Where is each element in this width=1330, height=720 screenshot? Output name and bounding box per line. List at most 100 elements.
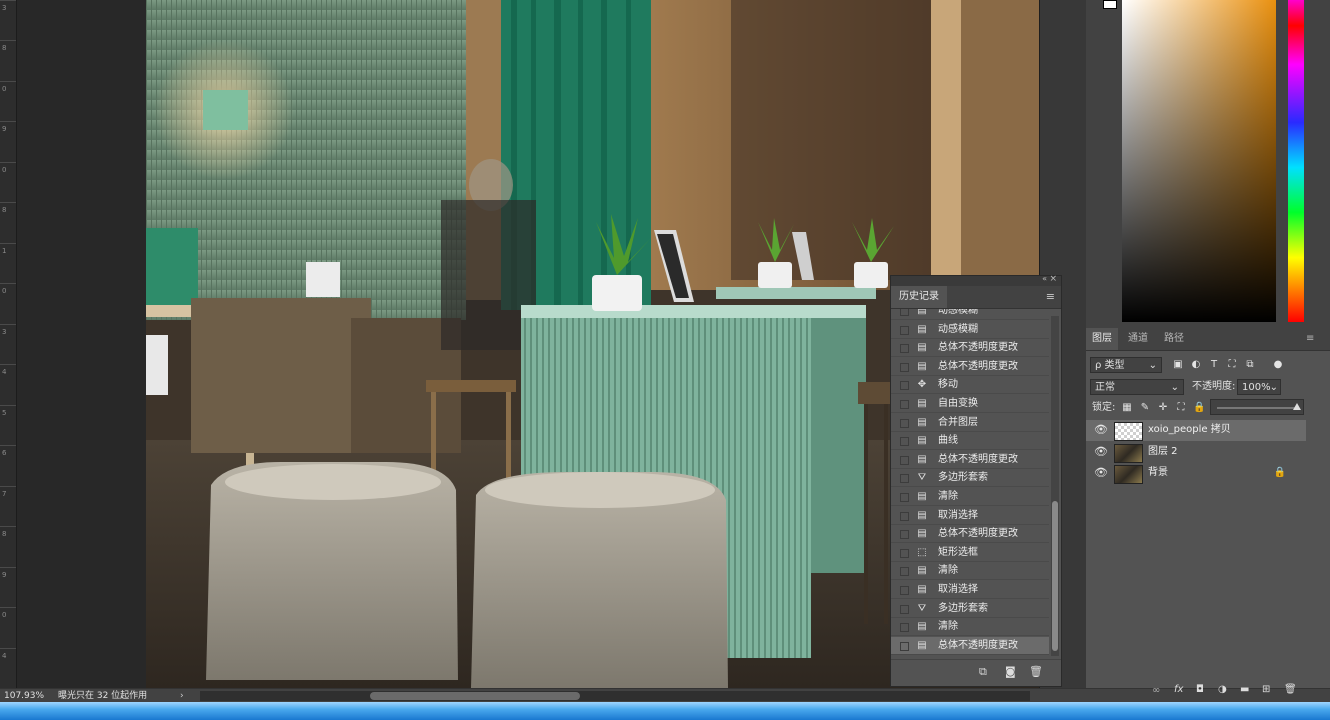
lock-artboard-icon[interactable]: ⛶ [1175,402,1187,414]
visibility-eye-icon[interactable]: 👁 [1094,424,1108,436]
history-item-label: 总体不透明度更改 [938,361,1018,372]
history-scrollbar[interactable] [1051,316,1059,656]
filter-toggle-icon[interactable]: ● [1272,359,1284,371]
history-item[interactable]: ▤ 总体不透明度更改 [891,339,1049,357]
lock-image-pixels-icon[interactable]: ✎ [1139,402,1151,414]
history-brush-source-checkbox[interactable] [900,344,909,353]
history-item[interactable]: ▤ 总体不透明度更改 [891,451,1049,469]
snapshot-camera-icon[interactable]: ◙ [1005,665,1016,678]
layer-row[interactable]: 👁 背景 🔒 [1086,463,1306,484]
color-saturation-field[interactable] [1122,0,1276,322]
history-item[interactable]: ▤ 动感模糊 [891,321,1049,339]
history-item[interactable]: ▤ 总体不透明度更改 [891,525,1049,543]
tab-channels[interactable]: 通道 [1122,328,1154,350]
history-item-label: 合并图层 [938,417,978,428]
lock-transparency-icon[interactable]: ▦ [1121,402,1133,414]
history-brush-source-checkbox[interactable] [900,363,909,372]
history-item[interactable]: ▤ 曲线 [891,432,1049,450]
foreground-color-swatch[interactable] [1103,0,1117,9]
layer-row[interactable]: 👁 xoio_people 拷贝 [1086,420,1306,441]
lock-position-icon[interactable]: ✛ [1157,402,1169,414]
filter-adjustment-icon[interactable]: ◐ [1190,359,1202,371]
mask-icon[interactable]: ◘ [1196,684,1204,695]
history-brush-source-checkbox[interactable] [900,309,909,316]
panel-menu-icon[interactable]: ≡ [1046,290,1055,303]
blend-mode-select[interactable]: 正常 ⌄ [1090,379,1184,395]
history-brush-source-checkbox[interactable] [900,437,909,446]
move-icon: ✥ [917,379,927,390]
history-item[interactable]: ▤ 总体不透明度更改 [891,358,1049,376]
new-document-from-state-icon[interactable]: ⧉ [979,665,987,679]
collapse-icon[interactable]: « [1042,274,1047,283]
group-folder-icon[interactable]: ▬ [1240,684,1249,695]
history-scrollbar-thumb[interactable] [1052,501,1058,651]
history-item[interactable]: ▤ 清除 [891,488,1049,506]
history-brush-source-checkbox[interactable] [900,586,909,595]
filter-shape-icon[interactable]: ⛶ [1226,359,1238,371]
ruler-label: 3 [2,328,7,336]
history-item[interactable]: ▤ 取消选择 [891,507,1049,525]
status-menu-arrow-icon[interactable]: › [180,689,184,703]
history-brush-source-checkbox[interactable] [900,530,909,539]
panel-menu-icon[interactable]: ≡ [1300,328,1320,350]
history-item[interactable]: ▤ 清除 [891,562,1049,580]
history-item[interactable]: ▤ 总体不透明度更改 [891,637,1049,655]
history-panel-titlebar[interactable]: « × [891,274,1061,286]
close-icon[interactable]: × [1049,274,1057,284]
history-brush-source-checkbox[interactable] [900,642,909,651]
link-icon[interactable]: ∞ [1152,685,1160,696]
tab-layers[interactable]: 图层 [1086,328,1118,350]
layer-row[interactable]: 👁 图层 2 [1086,442,1306,463]
history-brush-source-checkbox[interactable] [900,474,909,483]
horizontal-scrollbar[interactable] [200,691,1030,701]
history-item[interactable]: ✥ 移动 [891,376,1049,394]
history-item[interactable]: ⬚ 矩形选框 [891,544,1049,562]
adjustment-icon[interactable]: ◑ [1218,684,1227,695]
history-item[interactable]: ▤ 自由变换 [891,395,1049,413]
tab-history[interactable]: 历史记录 [891,286,947,308]
trash-icon[interactable]: 🗑 [1284,684,1297,695]
history-brush-source-checkbox[interactable] [900,493,909,502]
filter-pixel-icon[interactable]: ▣ [1172,359,1184,371]
history-brush-source-checkbox[interactable] [900,419,909,428]
history-item[interactable]: ▤ 取消选择 [891,581,1049,599]
document-icon: ▤ [917,417,927,428]
history-brush-source-checkbox[interactable] [900,549,909,558]
opacity-field[interactable]: 100% ⌄ [1237,379,1281,395]
history-item[interactable]: ▤ 动感模糊 [891,309,1049,320]
history-brush-source-checkbox[interactable] [900,326,909,335]
horizontal-scrollbar-thumb[interactable] [370,692,580,700]
history-brush-source-checkbox[interactable] [900,512,909,521]
history-brush-source-checkbox[interactable] [900,623,909,632]
history-item[interactable]: ▤ 合并图层 [891,414,1049,432]
history-brush-source-checkbox[interactable] [900,456,909,465]
ruler-tick [0,324,16,325]
tab-paths[interactable]: 路径 [1158,328,1190,350]
history-panel: « × 历史记录 ≡ ▤ 动感模糊 ▤ 动感模糊 ▤ 总体不透明度更改 ▤ 总体不透明度更改 ✥… [890,274,1062,687]
layer-filter-select[interactable]: ρ 类型 ⌄ [1090,357,1162,373]
history-brush-source-checkbox[interactable] [900,605,909,614]
ruler-tick [0,0,16,1]
history-brush-source-checkbox[interactable] [900,381,909,390]
document-icon: ▤ [917,640,927,651]
fill-slider-popup[interactable] [1210,399,1304,415]
history-item[interactable]: ⛛ 多边形套索 [891,600,1049,618]
history-brush-source-checkbox[interactable] [900,567,909,576]
filter-type-icon[interactable]: T [1208,359,1220,371]
visibility-eye-icon[interactable]: 👁 [1094,467,1108,479]
visibility-eye-icon[interactable]: 👁 [1094,446,1108,458]
new-layer-icon[interactable]: ⊞ [1262,684,1270,695]
document-icon: ▤ [917,435,927,446]
history-item[interactable]: ▤ 清除 [891,618,1049,636]
fx-icon[interactable]: fx [1174,684,1183,695]
vertical-ruler[interactable]: 3 8 0 9 0 8 1 0 3 4 5 6 7 8 9 0 4 [0,0,17,688]
zoom-level[interactable]: 107.93% [4,689,44,703]
hue-slider[interactable] [1288,0,1304,322]
lock-all-icon[interactable]: 🔒 [1193,402,1205,414]
filter-smart-object-icon[interactable]: ⧉ [1244,359,1256,371]
fill-slider-handle[interactable] [1293,403,1301,410]
history-item-label: 总体不透明度更改 [938,640,1018,651]
trash-icon[interactable]: 🗑 [1029,665,1043,678]
history-item[interactable]: ⛛ 多边形套索 [891,469,1049,487]
history-brush-source-checkbox[interactable] [900,400,909,409]
